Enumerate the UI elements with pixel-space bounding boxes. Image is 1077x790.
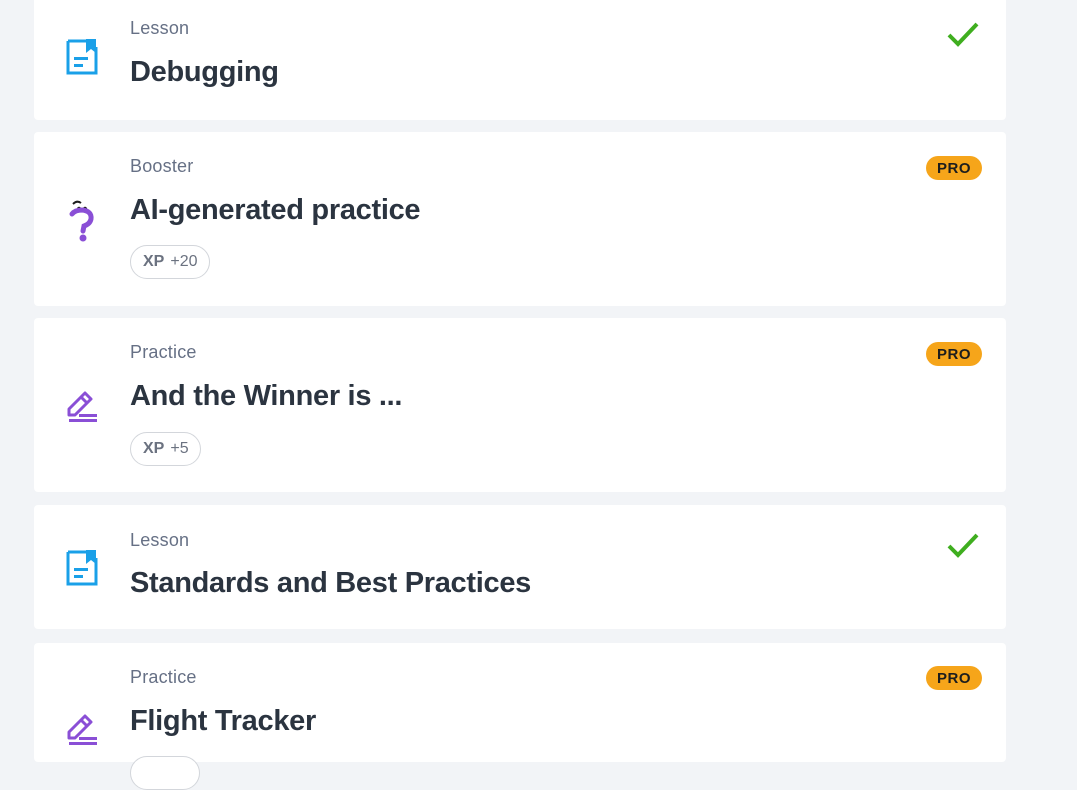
xp-value: +20	[170, 253, 198, 270]
item-kind: Practice	[130, 667, 197, 687]
list-item[interactable]: Booster AI-generated practice XP +20 PRO	[34, 132, 1006, 306]
item-kind: Lesson	[130, 18, 190, 38]
list-item[interactable]: Practice Flight Tracker PRO	[34, 643, 1006, 790]
list-item[interactable]: Practice And the Winner is ... XP +5 PRO	[34, 318, 1006, 492]
lesson-icon	[64, 38, 100, 75]
xp-label: XP	[143, 440, 165, 457]
lesson-icon	[64, 549, 100, 586]
pro-badge: PRO	[925, 342, 982, 366]
item-title: AI-generated practice	[130, 194, 421, 226]
item-title: Flight Tracker	[130, 705, 316, 737]
item-title: And the Winner is ...	[130, 380, 403, 412]
pro-badge: PRO	[925, 156, 982, 180]
xp-reward-badge: XP +20	[130, 245, 210, 279]
pencil-icon	[64, 388, 100, 424]
item-kind: Practice	[130, 342, 197, 362]
item-title: Debugging	[130, 56, 279, 88]
item-kind: Lesson	[130, 530, 190, 550]
xp-label: XP	[143, 253, 165, 270]
list-item[interactable]: Lesson Standards and Best Practices	[34, 505, 1006, 629]
xp-value: +5	[170, 440, 189, 457]
pencil-icon	[64, 711, 100, 747]
question-mark-icon	[64, 200, 100, 242]
xp-reward-badge	[130, 756, 200, 790]
checkmark-icon	[947, 22, 979, 47]
xp-reward-badge: XP +5	[130, 432, 201, 466]
checkmark-icon	[947, 533, 979, 558]
item-title: Standards and Best Practices	[130, 567, 531, 599]
list-item[interactable]: Lesson Debugging	[34, 0, 1006, 120]
item-kind: Booster	[130, 156, 194, 176]
pro-badge: PRO	[925, 666, 982, 690]
